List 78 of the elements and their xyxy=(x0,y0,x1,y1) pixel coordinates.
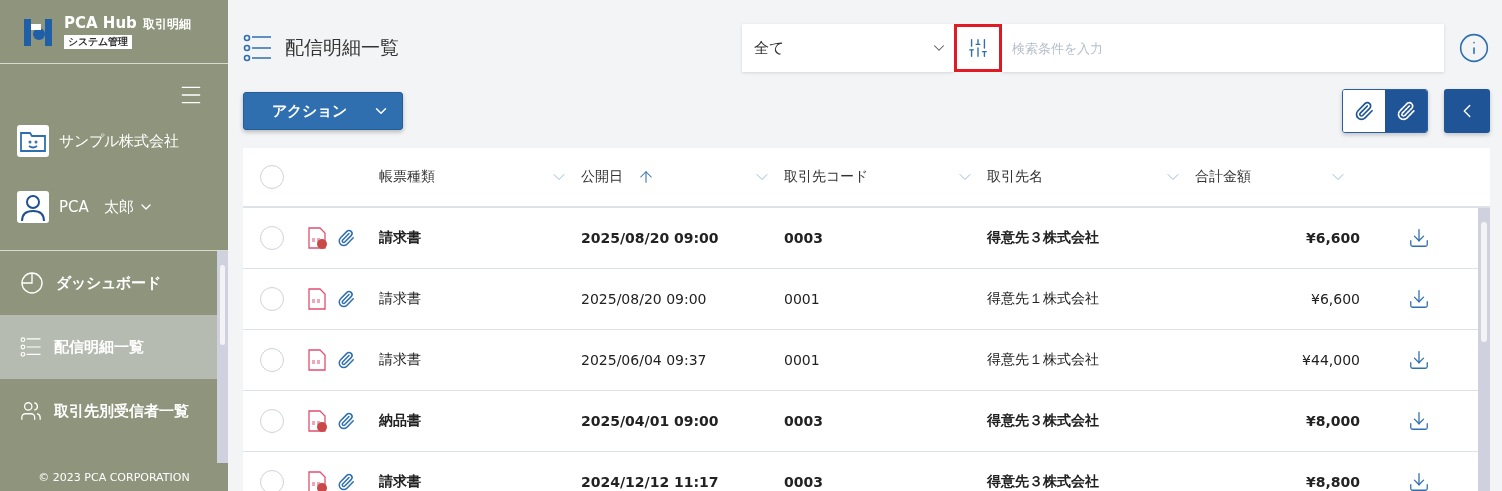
column-header: 取引先名 xyxy=(987,168,1043,186)
table-cell-text: 得意先１株式会社 xyxy=(987,351,1100,369)
search-field[interactable]: 検索条件を入力 xyxy=(1002,24,1444,72)
sliders-icon xyxy=(967,37,989,59)
table-cell-text: 得意先３株式会社 xyxy=(987,473,1100,491)
row-checkbox[interactable] xyxy=(260,348,284,372)
download-button[interactable] xyxy=(1408,288,1430,310)
attachment-toggle-button[interactable] xyxy=(1343,90,1385,132)
paperclip-icon xyxy=(1396,101,1416,121)
pdf-unread-icon xyxy=(307,410,327,432)
table-cell-text: ¥8,800 xyxy=(1304,474,1360,490)
nav-item[interactable]: 配信明細一覧 xyxy=(0,315,217,379)
collapse-button[interactable] xyxy=(1444,89,1490,133)
download-button[interactable] xyxy=(1408,471,1430,491)
row-checkbox[interactable] xyxy=(260,470,284,491)
table-cell-text: 0003 xyxy=(784,230,824,246)
table-cell-text: 0003 xyxy=(784,474,824,490)
nav-item[interactable]: 取引先別受信者一覧 xyxy=(0,379,217,443)
table-cell-text: 2025/08/20 09:00 xyxy=(581,291,708,307)
user-menu[interactable]: PCA 太郎 xyxy=(59,197,154,217)
table-cell-text: 得意先３株式会社 xyxy=(987,229,1100,247)
column-header: 合計金額 xyxy=(1195,168,1251,186)
scrollbar[interactable] xyxy=(1478,208,1490,491)
table-cell-text: 請求書 xyxy=(379,473,422,491)
system-admin-label: システム管理 xyxy=(64,35,132,49)
copyright: © 2023 PCA CORPORATION xyxy=(37,469,191,486)
download-button[interactable] xyxy=(1408,227,1430,249)
table-cell-text: ¥6,600 xyxy=(1310,291,1360,307)
user-icon xyxy=(17,191,49,223)
attachment-toggle-button[interactable] xyxy=(1385,90,1427,132)
table-cell-text: ¥8,000 xyxy=(1304,413,1360,429)
paperclip-icon xyxy=(337,290,355,308)
table-cell-text: 2024/12/12 11:17 xyxy=(581,474,720,490)
row-checkbox[interactable] xyxy=(260,409,284,433)
pdf-icon xyxy=(307,349,327,371)
list-icon xyxy=(20,336,42,358)
brand-name: PCA Hub 取引明細 xyxy=(64,14,191,33)
scope-dropdown[interactable]: 全て xyxy=(742,24,954,72)
paperclip-icon xyxy=(1354,101,1374,121)
company-name: サンプル株式会社 xyxy=(59,131,179,151)
table-cell-text: 納品書 xyxy=(379,412,422,430)
info-button[interactable] xyxy=(1458,32,1490,64)
list-icon xyxy=(243,33,273,63)
paperclip-icon xyxy=(337,412,355,430)
column-header: 取引先コード xyxy=(784,168,868,186)
pdf-icon xyxy=(307,288,327,310)
pie-chart-icon xyxy=(20,271,44,295)
scrollbar[interactable] xyxy=(217,251,228,463)
table-cell-text: 請求書 xyxy=(379,351,422,369)
table-cell-text: 0001 xyxy=(784,291,821,307)
table-cell-text: ¥44,000 xyxy=(1301,352,1360,368)
table-cell-text: 2025/08/20 09:00 xyxy=(581,230,720,246)
table-cell-text: 2025/06/04 09:37 xyxy=(581,352,708,368)
download-button[interactable] xyxy=(1408,349,1430,371)
pdf-unread-icon xyxy=(307,227,327,249)
table-cell-text: 得意先３株式会社 xyxy=(987,412,1100,430)
row-checkbox[interactable] xyxy=(260,287,284,311)
paperclip-icon xyxy=(337,473,355,491)
page-title: 配信明細一覧 xyxy=(285,35,400,60)
row-checkbox[interactable] xyxy=(260,226,284,250)
paperclip-icon xyxy=(337,229,355,247)
people-icon xyxy=(20,400,42,422)
paperclip-icon xyxy=(337,351,355,369)
select-all-checkbox[interactable] xyxy=(260,165,284,189)
filter-button[interactable] xyxy=(954,24,1002,72)
table-cell-text: 0003 xyxy=(784,413,824,429)
table-cell-text: 請求書 xyxy=(379,290,422,308)
download-button[interactable] xyxy=(1408,410,1430,432)
action-button[interactable]: アクション xyxy=(243,92,403,130)
column-header: 帳票種類 xyxy=(379,168,435,186)
nav-item[interactable]: ダッシュボード xyxy=(0,251,217,315)
folder-smile-icon xyxy=(17,125,49,157)
table-cell-text: 得意先１株式会社 xyxy=(987,290,1100,308)
table-cell-text: ¥6,600 xyxy=(1304,230,1360,246)
table-cell-text: 0001 xyxy=(784,352,821,368)
table-cell-text: 2025/04/01 09:00 xyxy=(581,413,720,429)
table-cell-text: 請求書 xyxy=(379,229,422,247)
column-header: 公開日 xyxy=(581,168,623,186)
